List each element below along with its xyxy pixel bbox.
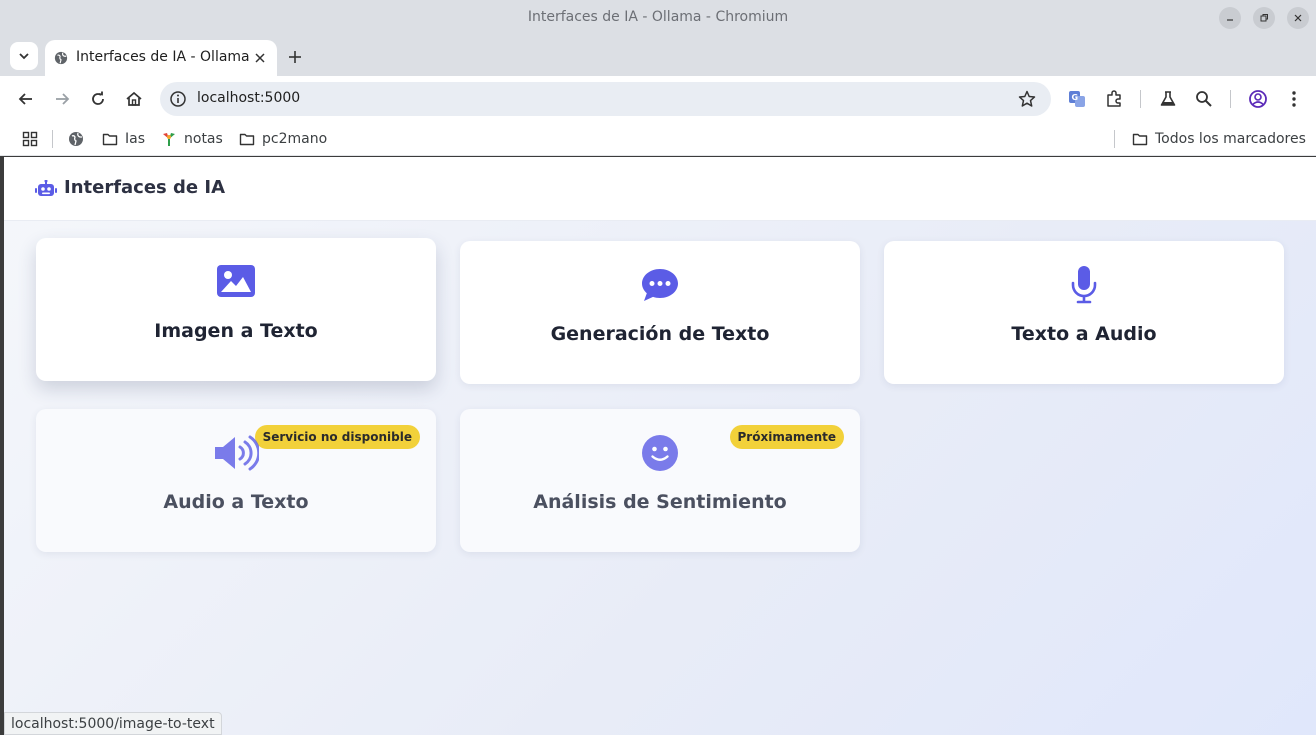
app-header: Interfaces de IA bbox=[4, 157, 1316, 221]
profile-icon[interactable] bbox=[1248, 89, 1268, 109]
bookmark-label: notas bbox=[184, 131, 223, 147]
bookmarks-bar: Ias notas pc2mano Todos los marcadores bbox=[0, 122, 1316, 156]
globe-icon bbox=[54, 51, 68, 65]
folder-icon bbox=[1132, 133, 1148, 146]
chat-bubble-icon bbox=[642, 269, 678, 301]
status-badge: Servicio no disponible bbox=[254, 425, 420, 449]
page-viewport: Interfaces de IA Imagen a Texto Generaci… bbox=[4, 157, 1316, 735]
tab-active[interactable]: Interfaces de IA - Ollama bbox=[45, 40, 277, 76]
address-bar[interactable]: localhost:5000 bbox=[160, 82, 1051, 116]
labs-icon[interactable] bbox=[1158, 89, 1178, 109]
card-title: Análisis de Sentimiento bbox=[533, 491, 787, 513]
microphone-icon bbox=[1071, 266, 1097, 304]
tab-search-button[interactable] bbox=[10, 42, 38, 70]
bookmark-notas[interactable]: notas bbox=[161, 129, 223, 149]
close-tab-icon[interactable] bbox=[253, 51, 267, 65]
close-window-button[interactable] bbox=[1287, 7, 1309, 29]
new-tab-icon[interactable] bbox=[286, 48, 304, 66]
bookmark-folder-pc2mano[interactable]: pc2mano bbox=[239, 129, 327, 149]
apps-button[interactable] bbox=[22, 129, 45, 149]
svg-text:G: G bbox=[1072, 93, 1079, 102]
chevron-down-icon bbox=[19, 53, 29, 60]
bookmark-favicon bbox=[163, 133, 175, 146]
menu-dots-icon[interactable] bbox=[1284, 89, 1304, 109]
robot-icon bbox=[35, 180, 57, 196]
site-info-icon[interactable] bbox=[169, 90, 187, 108]
globe-icon bbox=[69, 132, 83, 146]
bookmark-star-icon[interactable] bbox=[1018, 90, 1036, 108]
forward-icon[interactable] bbox=[52, 89, 72, 109]
card-text-generation[interactable]: Generación de Texto bbox=[460, 241, 860, 384]
bookmark-folder-ias[interactable]: Ias bbox=[102, 129, 145, 149]
card-text-to-audio[interactable]: Texto a Audio bbox=[884, 241, 1284, 384]
folder-icon bbox=[239, 133, 255, 146]
bookmarks-divider bbox=[52, 130, 53, 148]
card-audio-to-text[interactable]: Servicio no disponible Audio a Texto bbox=[36, 409, 436, 552]
close-icon bbox=[1294, 14, 1302, 22]
card-image-to-text[interactable]: Imagen a Texto bbox=[36, 238, 436, 381]
window-title: Interfaces de IA - Ollama - Chromium bbox=[527, 9, 789, 25]
browser-toolbar: localhost:5000 G bbox=[0, 76, 1316, 122]
minimize-icon bbox=[1227, 19, 1233, 21]
reload-icon[interactable] bbox=[88, 89, 108, 109]
bookmark-label: pc2mano bbox=[262, 131, 328, 147]
search-icon[interactable] bbox=[1194, 89, 1214, 109]
card-title: Imagen a Texto bbox=[154, 320, 318, 342]
home-icon[interactable] bbox=[124, 89, 144, 109]
bookmark-label: Ias bbox=[125, 131, 146, 147]
bookmark-globe[interactable] bbox=[68, 129, 91, 149]
image-icon bbox=[217, 265, 255, 297]
card-title: Texto a Audio bbox=[1011, 323, 1157, 345]
smile-icon bbox=[642, 435, 678, 471]
apps-grid-icon bbox=[22, 131, 38, 147]
volume-icon bbox=[215, 435, 259, 471]
bookmarks-divider bbox=[1114, 130, 1115, 148]
tab-strip: Interfaces de IA - Ollama bbox=[0, 36, 1316, 76]
card-title: Audio a Texto bbox=[163, 491, 309, 513]
toolbar-divider bbox=[1230, 90, 1231, 108]
tab-title: Interfaces de IA - Ollama bbox=[76, 49, 250, 65]
all-bookmarks-button[interactable]: Todos los marcadores bbox=[1132, 129, 1306, 149]
folder-icon bbox=[102, 133, 118, 146]
url-text[interactable]: localhost:5000 bbox=[197, 90, 300, 106]
extensions-icon[interactable] bbox=[1104, 89, 1124, 109]
all-bookmarks-label: Todos los marcadores bbox=[1155, 131, 1306, 147]
toolbar-divider bbox=[1140, 90, 1141, 108]
minimize-button[interactable] bbox=[1219, 7, 1241, 29]
card-sentiment-analysis[interactable]: Próximamente Análisis de Sentimiento bbox=[460, 409, 860, 552]
back-icon[interactable] bbox=[16, 89, 36, 109]
status-bar-url: localhost:5000/image-to-text bbox=[4, 712, 222, 735]
card-title: Generación de Texto bbox=[550, 323, 770, 345]
restore-button[interactable] bbox=[1253, 7, 1275, 29]
status-badge: Próximamente bbox=[729, 425, 844, 449]
app-title: Interfaces de IA bbox=[64, 177, 226, 198]
restore-icon bbox=[1260, 14, 1268, 22]
translate-icon[interactable]: G bbox=[1067, 89, 1087, 109]
window-titlebar: Interfaces de IA - Ollama - Chromium bbox=[0, 0, 1316, 36]
